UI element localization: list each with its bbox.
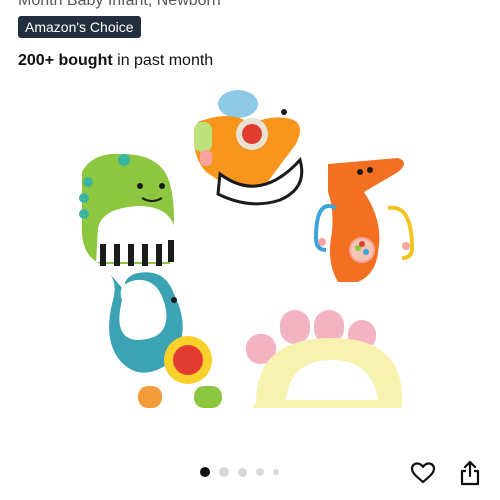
image-carousel-dots[interactable] (200, 466, 279, 478)
carousel-dot[interactable] (273, 469, 279, 475)
duck-rattle-toy (194, 90, 304, 206)
carousel-dot-active[interactable] (200, 467, 210, 477)
green-dino-rattle-toy (79, 153, 176, 266)
heart-icon[interactable] (408, 458, 438, 488)
bought-count: 200+ bought (18, 52, 113, 69)
yellow-stego-teether-toy (246, 310, 402, 408)
share-icon[interactable] (455, 458, 485, 488)
product-image[interactable] (70, 82, 430, 422)
orange-pterodactyl-rattle-toy (313, 158, 415, 282)
bought-period: in past month (112, 52, 214, 69)
carousel-dot[interactable] (219, 467, 229, 477)
amazons-choice-badge[interactable]: Amazon's Choice (18, 16, 141, 38)
carousel-dot[interactable] (238, 467, 247, 477)
bought-in-past-month: 200+ bought in past month (18, 52, 213, 70)
teal-dino-flower-rattle-toy (109, 272, 222, 408)
product-subtitle: Month Baby Infant, Newborn (18, 0, 221, 9)
carousel-dot[interactable] (256, 468, 264, 476)
